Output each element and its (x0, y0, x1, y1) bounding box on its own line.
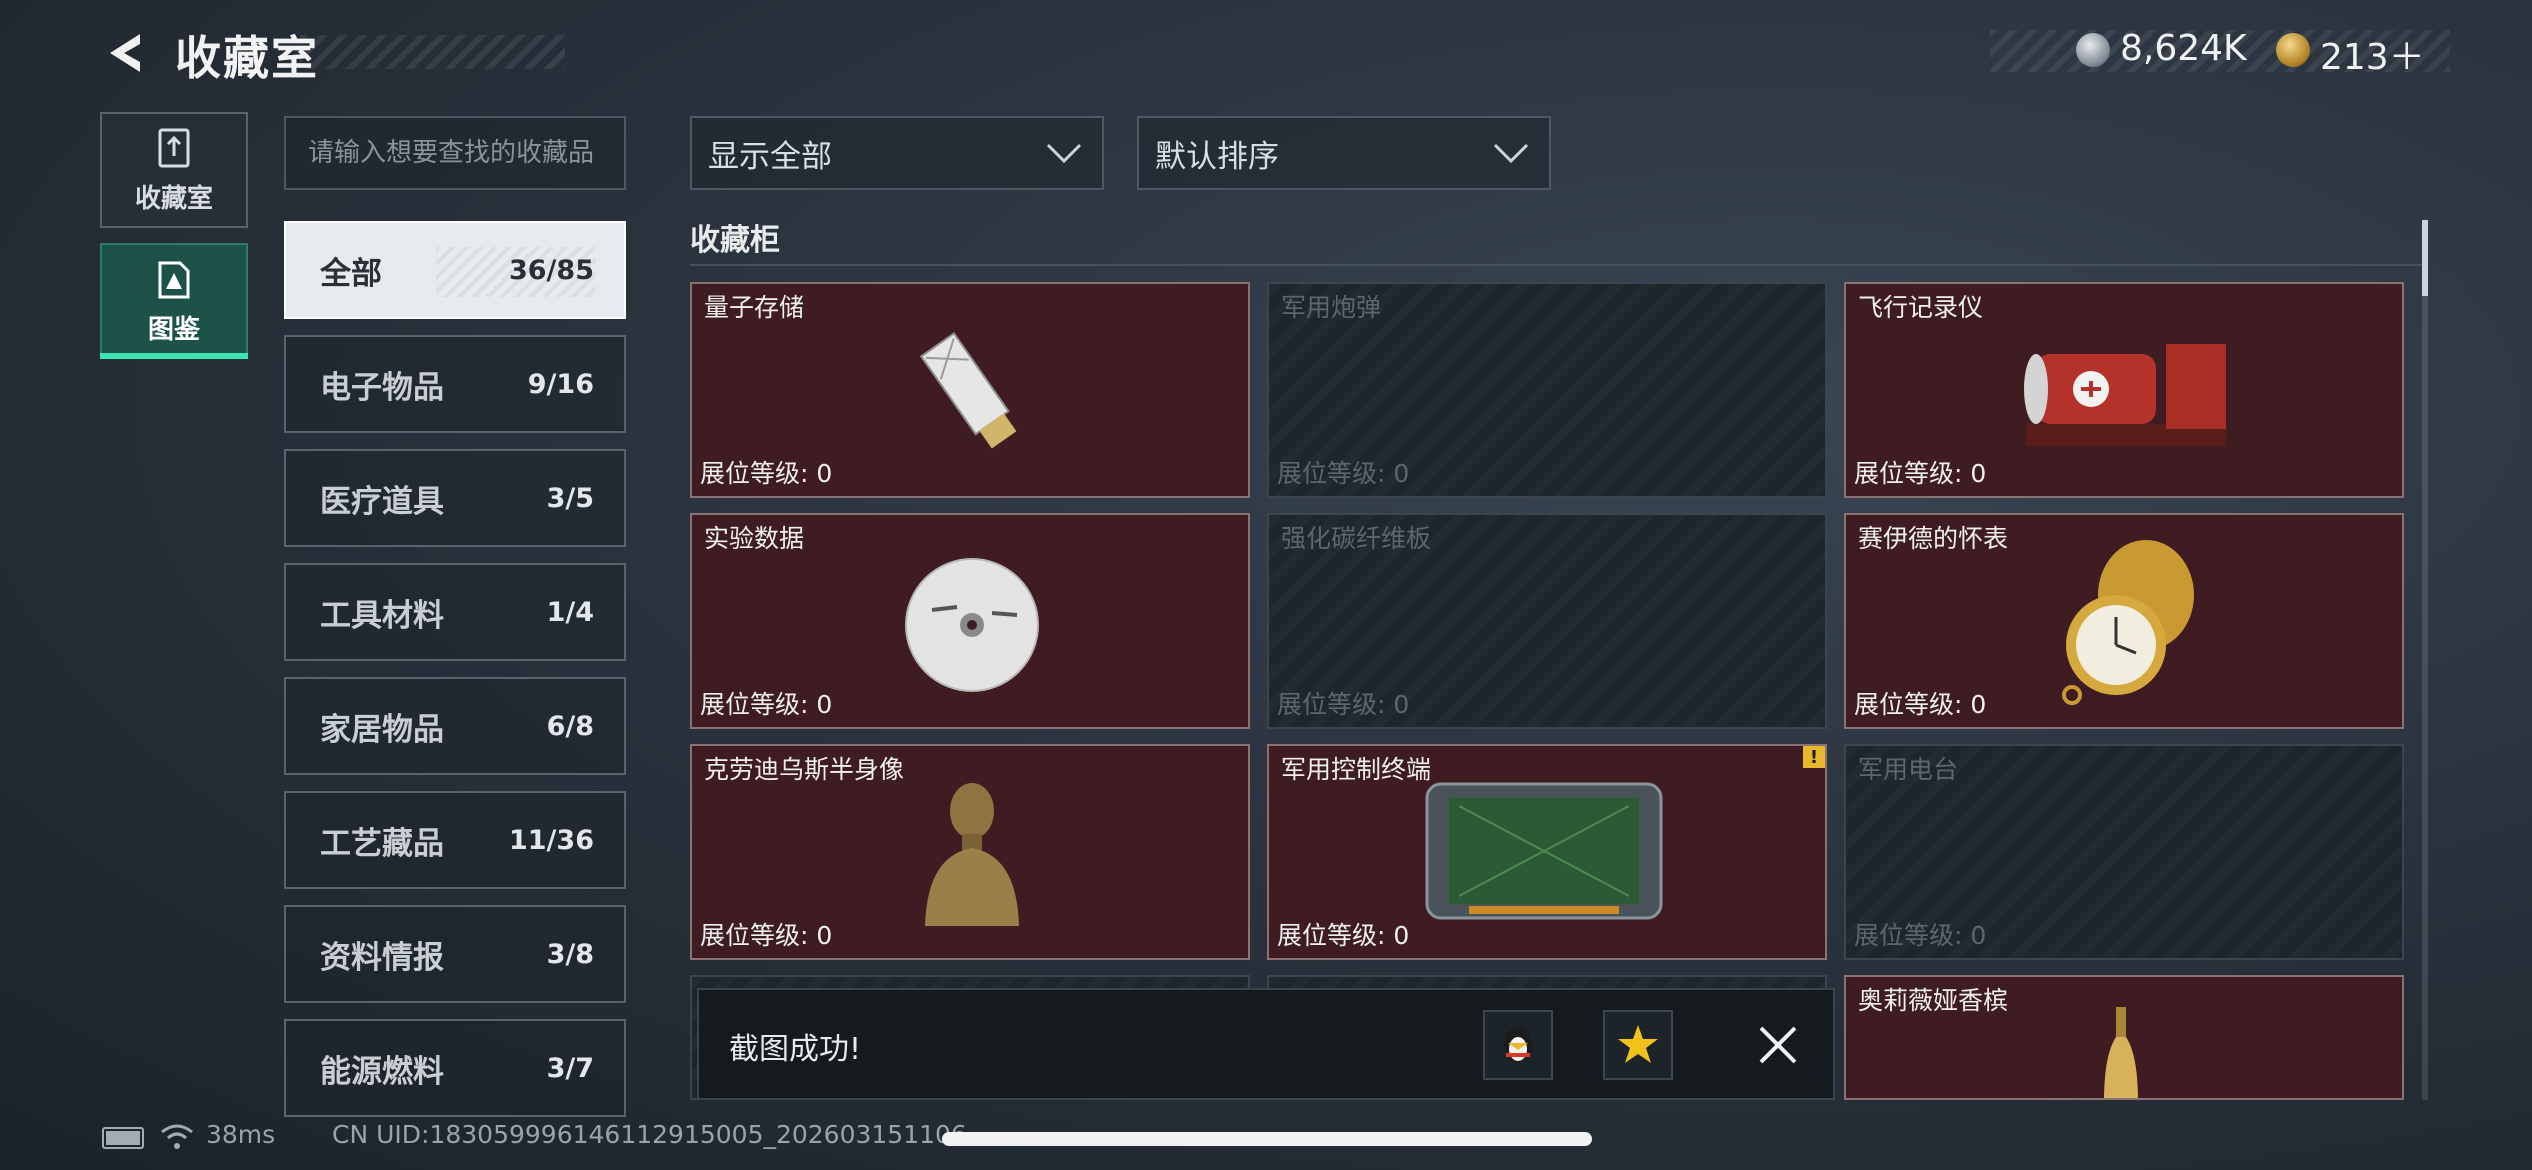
active-tab-indicator (100, 353, 248, 359)
category-count: 3/8 (546, 938, 594, 970)
collectible-card-olivia-champagne[interactable]: 奥莉薇娅香槟 (1844, 975, 2404, 1100)
page-title: 收藏室 (175, 31, 319, 85)
card-level: 展位等级: 0 (700, 459, 833, 488)
card-name: 奥莉薇娅香槟 (1858, 986, 2009, 1015)
category-count: 3/7 (546, 1052, 594, 1084)
card-level: 展位等级: 0 (700, 921, 833, 950)
card-level: 展位等级: 0 (1854, 690, 1987, 719)
dropdown-value: 默认排序 (1155, 138, 1279, 175)
category-name: 医疗道具 (320, 483, 444, 520)
card-name: 军用控制终端 (1281, 755, 1432, 784)
close-icon[interactable] (1753, 1020, 1803, 1070)
category-energy[interactable]: 能源燃料 3/7 (284, 1019, 626, 1117)
card-name: 赛伊德的怀表 (1858, 524, 2009, 553)
category-intel[interactable]: 资料情报 3/8 (284, 905, 626, 1003)
category-tools[interactable]: 工具材料 1/4 (284, 563, 626, 661)
chevron-down-icon (1493, 143, 1529, 164)
card-level: 展位等级: 0 (1277, 690, 1410, 719)
warning-badge: ! (1803, 746, 1825, 768)
category-count: 3/5 (546, 482, 594, 514)
gold-coin-icon (2276, 33, 2310, 67)
bust-statue-icon (925, 783, 1019, 926)
display-filter-dropdown[interactable]: 显示全部 (690, 116, 1104, 190)
ping-indicator: 38ms (206, 1120, 276, 1149)
category-name: 电子物品 (320, 369, 444, 406)
collectible-card-flight-recorder[interactable]: 飞行记录仪 展位等级: 0 (1844, 282, 2404, 498)
terminal-device-icon (1425, 782, 1663, 920)
chevron-down-icon (1046, 143, 1082, 164)
divider (690, 264, 2426, 266)
tab-label: 收藏室 (134, 183, 213, 214)
scrollbar-track[interactable] (2422, 220, 2428, 1100)
usb-drive-icon (919, 331, 1017, 449)
home-indicator[interactable] (942, 1132, 1592, 1146)
card-name: 强化碳纤维板 (1281, 524, 1432, 553)
collectible-card-quantum-storage[interactable]: 量子存储 展位等级: 0 (690, 282, 1250, 498)
collectible-card-pocket-watch[interactable]: 赛伊德的怀表 展位等级: 0 (1844, 513, 2404, 729)
category-name: 资料情报 (320, 939, 444, 976)
category-count: 36/85 (508, 254, 594, 286)
category-electronics[interactable]: 电子物品 9/16 (284, 335, 626, 433)
category-count: 6/8 (546, 710, 594, 742)
user-uid: CN UID:18305999614611291500​5_2026031511… (332, 1120, 967, 1149)
dropdown-value: 显示全部 (708, 138, 832, 175)
category-all[interactable]: 全部 36/85 (284, 221, 626, 319)
card-name: 克劳迪乌斯半身像 (704, 755, 905, 784)
pocket-watch-icon (2062, 540, 2194, 705)
battery-icon (102, 1127, 144, 1149)
disc-icon (905, 558, 1039, 692)
search-input[interactable] (308, 138, 602, 168)
flight-recorder-icon (2024, 344, 2226, 446)
tab-label: 图鉴 (147, 314, 200, 345)
catalog-icon (158, 261, 190, 298)
card-level: 展位等级: 0 (1854, 921, 1987, 950)
share-qzone-button[interactable] (1603, 1010, 1673, 1080)
silver-coin-icon (2076, 33, 2110, 67)
toast-message: 截图成功! (729, 1032, 862, 1067)
card-name: 量子存储 (704, 293, 805, 322)
category-name: 工具材料 (320, 597, 444, 634)
collectible-card-military-terminal[interactable]: 军用控制终端 ! 展位等级: 0 (1267, 744, 1827, 960)
star-icon (1618, 1025, 1658, 1063)
share-qq-button[interactable] (1483, 1010, 1553, 1080)
collectible-card-claudius-bust[interactable]: 克劳迪乌斯半身像 展位等级: 0 (690, 744, 1250, 960)
category-name: 工艺藏品 (320, 825, 444, 862)
card-level: 展位等级: 0 (1277, 921, 1410, 950)
section-title: 收藏柜 (690, 223, 780, 258)
collectible-card-carbon-fiber-plate[interactable]: 强化碳纤维板 展位等级: 0 (1267, 513, 1827, 729)
card-level: 展位等级: 0 (1277, 459, 1410, 488)
category-medical[interactable]: 医疗道具 3/5 (284, 449, 626, 547)
silver-currency-value: 8,624K (2120, 28, 2247, 69)
category-name: 家居物品 (320, 711, 444, 748)
gold-currency-value[interactable]: 213＋ (2320, 28, 2425, 80)
tab-collection-room[interactable]: 收藏室 (100, 112, 248, 228)
collectible-card-military-radio[interactable]: 军用电台 展位等级: 0 (1844, 744, 2404, 960)
screenshot-toast: 截图成功! (697, 988, 1835, 1100)
category-household[interactable]: 家居物品 6/8 (284, 677, 626, 775)
tab-catalog[interactable]: 图鉴 (100, 243, 248, 359)
card-name: 军用电台 (1858, 755, 1959, 784)
sort-dropdown[interactable]: 默认排序 (1137, 116, 1551, 190)
trash-bin-icon (158, 128, 190, 167)
champagne-bottle-icon (2104, 1007, 2138, 1098)
penguin-icon (1504, 1027, 1532, 1063)
card-name: 飞行记录仪 (1858, 293, 1984, 322)
title-decoration (300, 35, 565, 69)
category-crafts[interactable]: 工艺藏品 11/36 (284, 791, 626, 889)
collectible-card-experiment-data[interactable]: 实验数据 展位等级: 0 (690, 513, 1250, 729)
card-level: 展位等级: 0 (1854, 459, 1987, 488)
card-name: 军用炮弹 (1281, 293, 1382, 322)
category-count: 11/36 (508, 824, 594, 856)
card-name: 实验数据 (704, 524, 805, 553)
scrollbar-thumb[interactable] (2422, 220, 2428, 296)
card-level: 展位等级: 0 (700, 690, 833, 719)
category-count: 9/16 (527, 368, 594, 400)
category-count: 1/4 (546, 596, 594, 628)
collectible-card-military-shell[interactable]: 军用炮弹 展位等级: 0 (1267, 282, 1827, 498)
wifi-icon (161, 1124, 193, 1149)
category-name: 能源燃料 (320, 1053, 444, 1090)
search-box[interactable] (284, 116, 626, 190)
back-arrow-icon[interactable] (100, 28, 150, 78)
category-name: 全部 (320, 255, 382, 292)
